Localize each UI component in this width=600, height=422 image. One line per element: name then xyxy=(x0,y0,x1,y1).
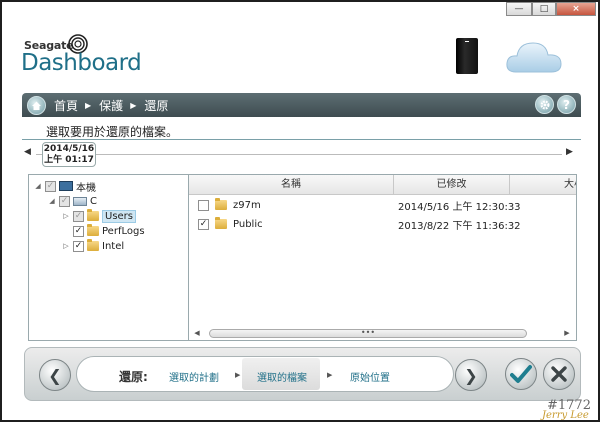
file-list: 名稱 已修改 大小 z97m 2014/5/16 上午 12:30:33 ✓ P… xyxy=(189,174,577,341)
nav-tools: ? xyxy=(535,95,576,114)
backup-date: 2014/5/16 xyxy=(43,144,95,154)
breadcrumb-home[interactable]: 首頁 xyxy=(54,97,78,114)
file-modified: 2014/5/16 上午 12:30:33 xyxy=(398,201,521,213)
folder-icon xyxy=(87,224,99,236)
tree-checkbox[interactable]: ✓ xyxy=(59,195,70,207)
chevron-left-icon: ❮ xyxy=(48,365,62,385)
tree-item[interactable]: ▷ ✓ Intel xyxy=(61,239,124,253)
expand-icon[interactable]: ▷ xyxy=(61,242,71,250)
confirm-button[interactable] xyxy=(505,358,537,390)
tree-checkbox[interactable]: ✓ xyxy=(73,225,84,237)
timeline-prev-button[interactable]: ◀ xyxy=(24,147,31,157)
breadcrumb-protect[interactable]: 保護 xyxy=(99,97,123,114)
computer-icon xyxy=(59,181,73,191)
tree-item[interactable]: ✓ PerfLogs xyxy=(61,224,145,238)
breadcrumb-separator-icon: ▶ xyxy=(85,100,92,110)
scroll-right-icon[interactable]: ▶ xyxy=(561,329,573,337)
scroll-left-icon[interactable]: ◀ xyxy=(191,329,203,337)
step-selected-plan[interactable]: 選取的計劃 xyxy=(169,369,219,384)
help-icon: ? xyxy=(563,97,570,112)
file-row[interactable]: ✓ Public 2013/8/22 下午 11:36:32 xyxy=(189,216,576,232)
file-checkbox[interactable]: ✓ xyxy=(198,218,209,230)
collapse-icon[interactable]: ◢ xyxy=(47,197,57,205)
collapse-icon[interactable]: ◢ xyxy=(33,182,43,190)
tree-item-label: C xyxy=(90,195,97,207)
instruction-text: 選取要用於還原的檔案。 xyxy=(46,125,179,139)
folder-icon xyxy=(87,239,99,251)
tree-item[interactable]: ◢ ✓ C xyxy=(47,194,97,208)
navigation-bar: 首頁 ▶ 保護 ▶ 還原 ? xyxy=(22,93,581,117)
gear-icon xyxy=(539,99,550,110)
scroll-thumb[interactable]: ••• xyxy=(209,328,527,338)
step-separator-icon: ▶ xyxy=(327,371,333,379)
file-checkbox[interactable] xyxy=(198,199,209,211)
divider xyxy=(22,139,581,140)
timeline-next-button[interactable]: ▶ xyxy=(566,147,573,157)
breadcrumb-separator-icon: ▶ xyxy=(130,100,137,110)
step-original-location[interactable]: 原始位置 xyxy=(350,369,390,384)
tree-item-label: Users xyxy=(102,209,137,223)
folder-tree: ◢ ✓ 本機 ◢ ✓ C ▷ ✓ Users ✓ PerfLogs ▷ ✓ In xyxy=(28,174,189,341)
cloud-icon xyxy=(506,42,562,73)
back-button[interactable]: ❮ xyxy=(39,359,71,391)
window-controls: — □ × xyxy=(506,2,596,16)
app-title: Dashboard xyxy=(21,50,142,76)
maximize-button[interactable]: □ xyxy=(532,2,556,16)
watermark-name: Jerry Lee xyxy=(542,410,589,421)
column-name[interactable]: 名稱 xyxy=(189,175,394,195)
help-button[interactable]: ? xyxy=(557,95,576,114)
step-selected-files[interactable]: 選取的檔案 xyxy=(257,369,307,384)
tree-item-label: Intel xyxy=(102,240,125,252)
chevron-right-icon: ❯ xyxy=(464,365,478,385)
folder-icon xyxy=(215,198,227,210)
horizontal-scrollbar[interactable]: ◀ ••• ▶ xyxy=(191,327,573,339)
file-list-header: 名稱 已修改 大小 xyxy=(189,175,576,195)
tree-checkbox[interactable]: ✓ xyxy=(45,180,56,192)
cancel-button[interactable] xyxy=(543,358,575,390)
app-window: — □ × Seagate Dashboard 首頁 ▶ 保護 ▶ 還原 ? 選… xyxy=(0,0,600,422)
file-row[interactable]: z97m 2014/5/16 上午 12:30:33 xyxy=(189,197,576,213)
expand-icon[interactable]: ▷ xyxy=(61,212,71,220)
column-size[interactable]: 大小 xyxy=(510,175,576,195)
file-modified: 2013/8/22 下午 11:36:32 xyxy=(398,220,521,232)
tree-checkbox[interactable]: ✓ xyxy=(73,210,84,222)
home-icon xyxy=(32,101,41,110)
backup-time: 上午 01:17 xyxy=(44,155,94,165)
minimize-button[interactable]: — xyxy=(506,2,532,16)
timeline-track[interactable] xyxy=(36,154,562,155)
tree-item-label: 本機 xyxy=(76,182,96,194)
external-drive-icon xyxy=(456,38,478,74)
breadcrumb-restore: 還原 xyxy=(144,98,169,113)
tree-item-label: PerfLogs xyxy=(102,225,145,237)
tree-checkbox[interactable]: ✓ xyxy=(73,240,84,252)
column-modified[interactable]: 已修改 xyxy=(394,175,510,195)
file-name: z97m xyxy=(233,199,261,211)
step-separator-icon: ▶ xyxy=(235,371,241,379)
wizard-label: 還原: xyxy=(119,370,148,384)
folder-icon xyxy=(215,217,227,229)
settings-button[interactable] xyxy=(535,95,554,114)
tree-item[interactable]: ◢ ✓ 本機 xyxy=(33,179,96,194)
close-icon xyxy=(551,366,567,382)
tree-item[interactable]: ▷ ✓ Users xyxy=(61,209,137,223)
checkmark-icon xyxy=(510,365,532,383)
close-window-button[interactable]: × xyxy=(556,2,596,16)
next-button[interactable]: ❯ xyxy=(455,359,487,391)
folder-icon xyxy=(87,209,99,221)
home-button[interactable] xyxy=(27,95,46,115)
scroll-track[interactable]: ••• xyxy=(203,328,561,338)
backup-date-marker[interactable]: 2014/5/16 上午 01:17 xyxy=(42,142,96,167)
file-name: Public xyxy=(233,218,263,230)
drive-icon xyxy=(73,196,87,206)
